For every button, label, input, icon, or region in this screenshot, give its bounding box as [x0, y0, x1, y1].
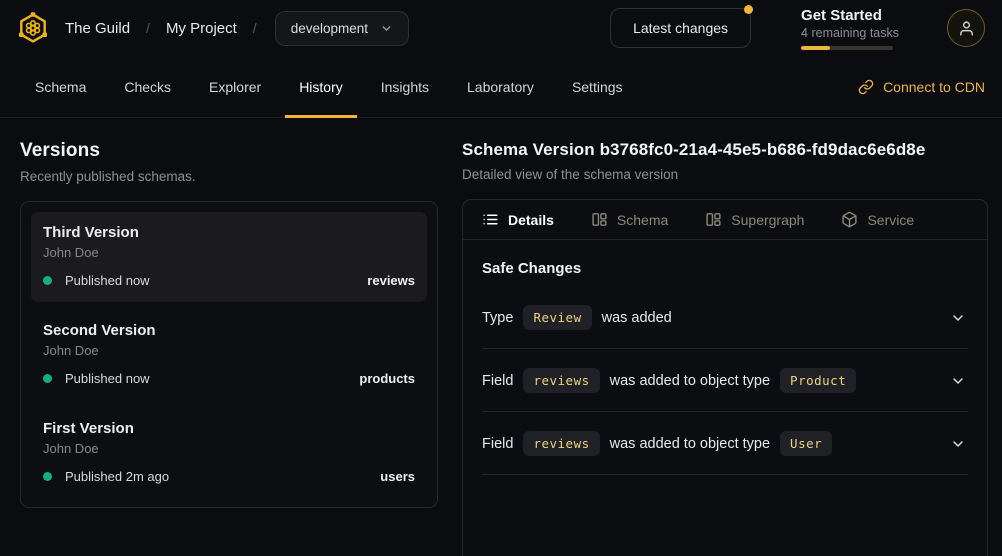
version-meta: Published 2m ago users — [43, 469, 415, 484]
breadcrumb-org[interactable]: The Guild — [65, 20, 130, 37]
change-type-badge: User — [780, 431, 832, 456]
change-row[interactable]: Type Review was added — [482, 286, 968, 349]
detail-tab-bar: Details Schema S — [463, 200, 987, 240]
versions-title: Versions — [20, 140, 438, 162]
version-detail-card: Details Schema S — [462, 199, 988, 556]
connect-to-cdn-link[interactable]: Connect to CDN — [858, 79, 985, 95]
change-text: was added — [602, 310, 672, 326]
change-kind: Field — [482, 373, 513, 389]
tab-supergraph[interactable]: Supergraph — [705, 211, 804, 228]
list-icon — [482, 211, 499, 228]
target-selector-dropdown[interactable]: development — [275, 11, 409, 46]
latest-changes-button[interactable]: Latest changes — [610, 8, 751, 48]
breadcrumb-project[interactable]: My Project — [166, 20, 237, 37]
get-started-title: Get Started — [801, 7, 899, 24]
get-started-progress-bar — [801, 46, 893, 50]
version-list-item[interactable]: First Version John Doe Published 2m ago … — [31, 408, 427, 498]
version-meta: Published now reviews — [43, 273, 415, 288]
tab-service-label: Service — [867, 212, 914, 228]
versions-list: Third Version John Doe Published now rev… — [20, 201, 438, 508]
version-detail-column: Schema Version b3768fc0-21a4-45e5-b686-f… — [455, 118, 1002, 556]
get-started-subtitle: 4 remaining tasks — [801, 26, 899, 40]
tab-schema[interactable]: Schema — [16, 57, 105, 117]
tab-checks[interactable]: Checks — [105, 57, 190, 117]
tab-details-label: Details — [508, 212, 554, 228]
published-status-dot — [43, 472, 52, 481]
breadcrumb-separator: / — [146, 20, 150, 36]
connect-to-cdn-label: Connect to CDN — [883, 79, 985, 95]
version-detail-title: Schema Version b3768fc0-21a4-45e5-b686-f… — [462, 140, 988, 160]
notification-dot — [744, 5, 753, 14]
change-text: was added to object type — [610, 436, 770, 452]
published-status-dot — [43, 374, 52, 383]
tab-insights[interactable]: Insights — [362, 57, 448, 117]
version-author: John Doe — [43, 245, 415, 260]
expand-change-button[interactable] — [948, 371, 968, 391]
main-content: Versions Recently published schemas. Thi… — [0, 118, 1002, 556]
user-icon — [958, 20, 975, 37]
version-list-item[interactable]: Second Version John Doe Published now pr… — [31, 310, 427, 400]
detail-content: Safe Changes Type Review was added — [463, 240, 987, 475]
change-row[interactable]: Field reviews was added to object type P… — [482, 349, 968, 412]
chevron-down-icon — [380, 22, 393, 35]
change-badge: reviews — [523, 431, 599, 456]
published-label: Published now — [65, 371, 150, 386]
change-type-badge: Product — [780, 368, 856, 393]
cube-icon — [841, 211, 858, 228]
expand-change-button[interactable] — [948, 308, 968, 328]
chevron-down-icon — [950, 436, 966, 452]
columns-icon — [591, 211, 608, 228]
change-kind: Type — [482, 310, 513, 326]
version-name: Second Version — [43, 322, 415, 339]
hive-logo-icon[interactable] — [16, 10, 50, 46]
safe-changes-title: Safe Changes — [482, 260, 968, 277]
get-started-widget[interactable]: Get Started 4 remaining tasks — [801, 7, 899, 50]
tab-details[interactable]: Details — [482, 211, 554, 228]
version-meta: Published now products — [43, 371, 415, 386]
chevron-down-icon — [950, 310, 966, 326]
version-author: John Doe — [43, 343, 415, 358]
version-list-item[interactable]: Third Version John Doe Published now rev… — [31, 212, 427, 302]
tab-settings[interactable]: Settings — [553, 57, 642, 117]
version-name: First Version — [43, 420, 415, 437]
breadcrumb: The Guild / My Project / — [65, 20, 257, 37]
change-row[interactable]: Field reviews was added to object type U… — [482, 412, 968, 475]
published-status-dot — [43, 276, 52, 285]
primary-nav: Schema Checks Explorer History Insights … — [0, 56, 1002, 118]
published-label: Published 2m ago — [65, 469, 169, 484]
get-started-progress-fill — [801, 46, 830, 50]
tab-schema-view-label: Schema — [617, 212, 668, 228]
service-name: users — [380, 469, 415, 484]
latest-changes-label: Latest changes — [633, 20, 728, 36]
user-avatar[interactable] — [947, 9, 985, 47]
tab-explorer[interactable]: Explorer — [190, 57, 280, 117]
versions-column: Versions Recently published schemas. Thi… — [0, 118, 455, 556]
change-kind: Field — [482, 436, 513, 452]
link-icon — [858, 79, 874, 95]
target-selector-value: development — [291, 21, 368, 36]
version-name: Third Version — [43, 224, 415, 241]
changes-list: Type Review was added Field reviews was … — [482, 286, 968, 475]
tab-supergraph-label: Supergraph — [731, 212, 804, 228]
change-badge: reviews — [523, 368, 599, 393]
service-name: reviews — [367, 273, 415, 288]
top-bar: The Guild / My Project / development Lat… — [0, 0, 1002, 56]
change-text: was added to object type — [610, 373, 770, 389]
breadcrumb-separator: / — [253, 20, 257, 36]
expand-change-button[interactable] — [948, 434, 968, 454]
versions-subtitle: Recently published schemas. — [20, 169, 438, 184]
version-author: John Doe — [43, 441, 415, 456]
tab-service[interactable]: Service — [841, 211, 914, 228]
tab-history[interactable]: History — [280, 57, 362, 117]
change-badge: Review — [523, 305, 591, 330]
service-name: products — [359, 371, 415, 386]
chevron-down-icon — [950, 373, 966, 389]
version-detail-subtitle: Detailed view of the schema version — [462, 167, 988, 182]
columns-icon — [705, 211, 722, 228]
tab-schema-view[interactable]: Schema — [591, 211, 668, 228]
tab-laboratory[interactable]: Laboratory — [448, 57, 553, 117]
published-label: Published now — [65, 273, 150, 288]
